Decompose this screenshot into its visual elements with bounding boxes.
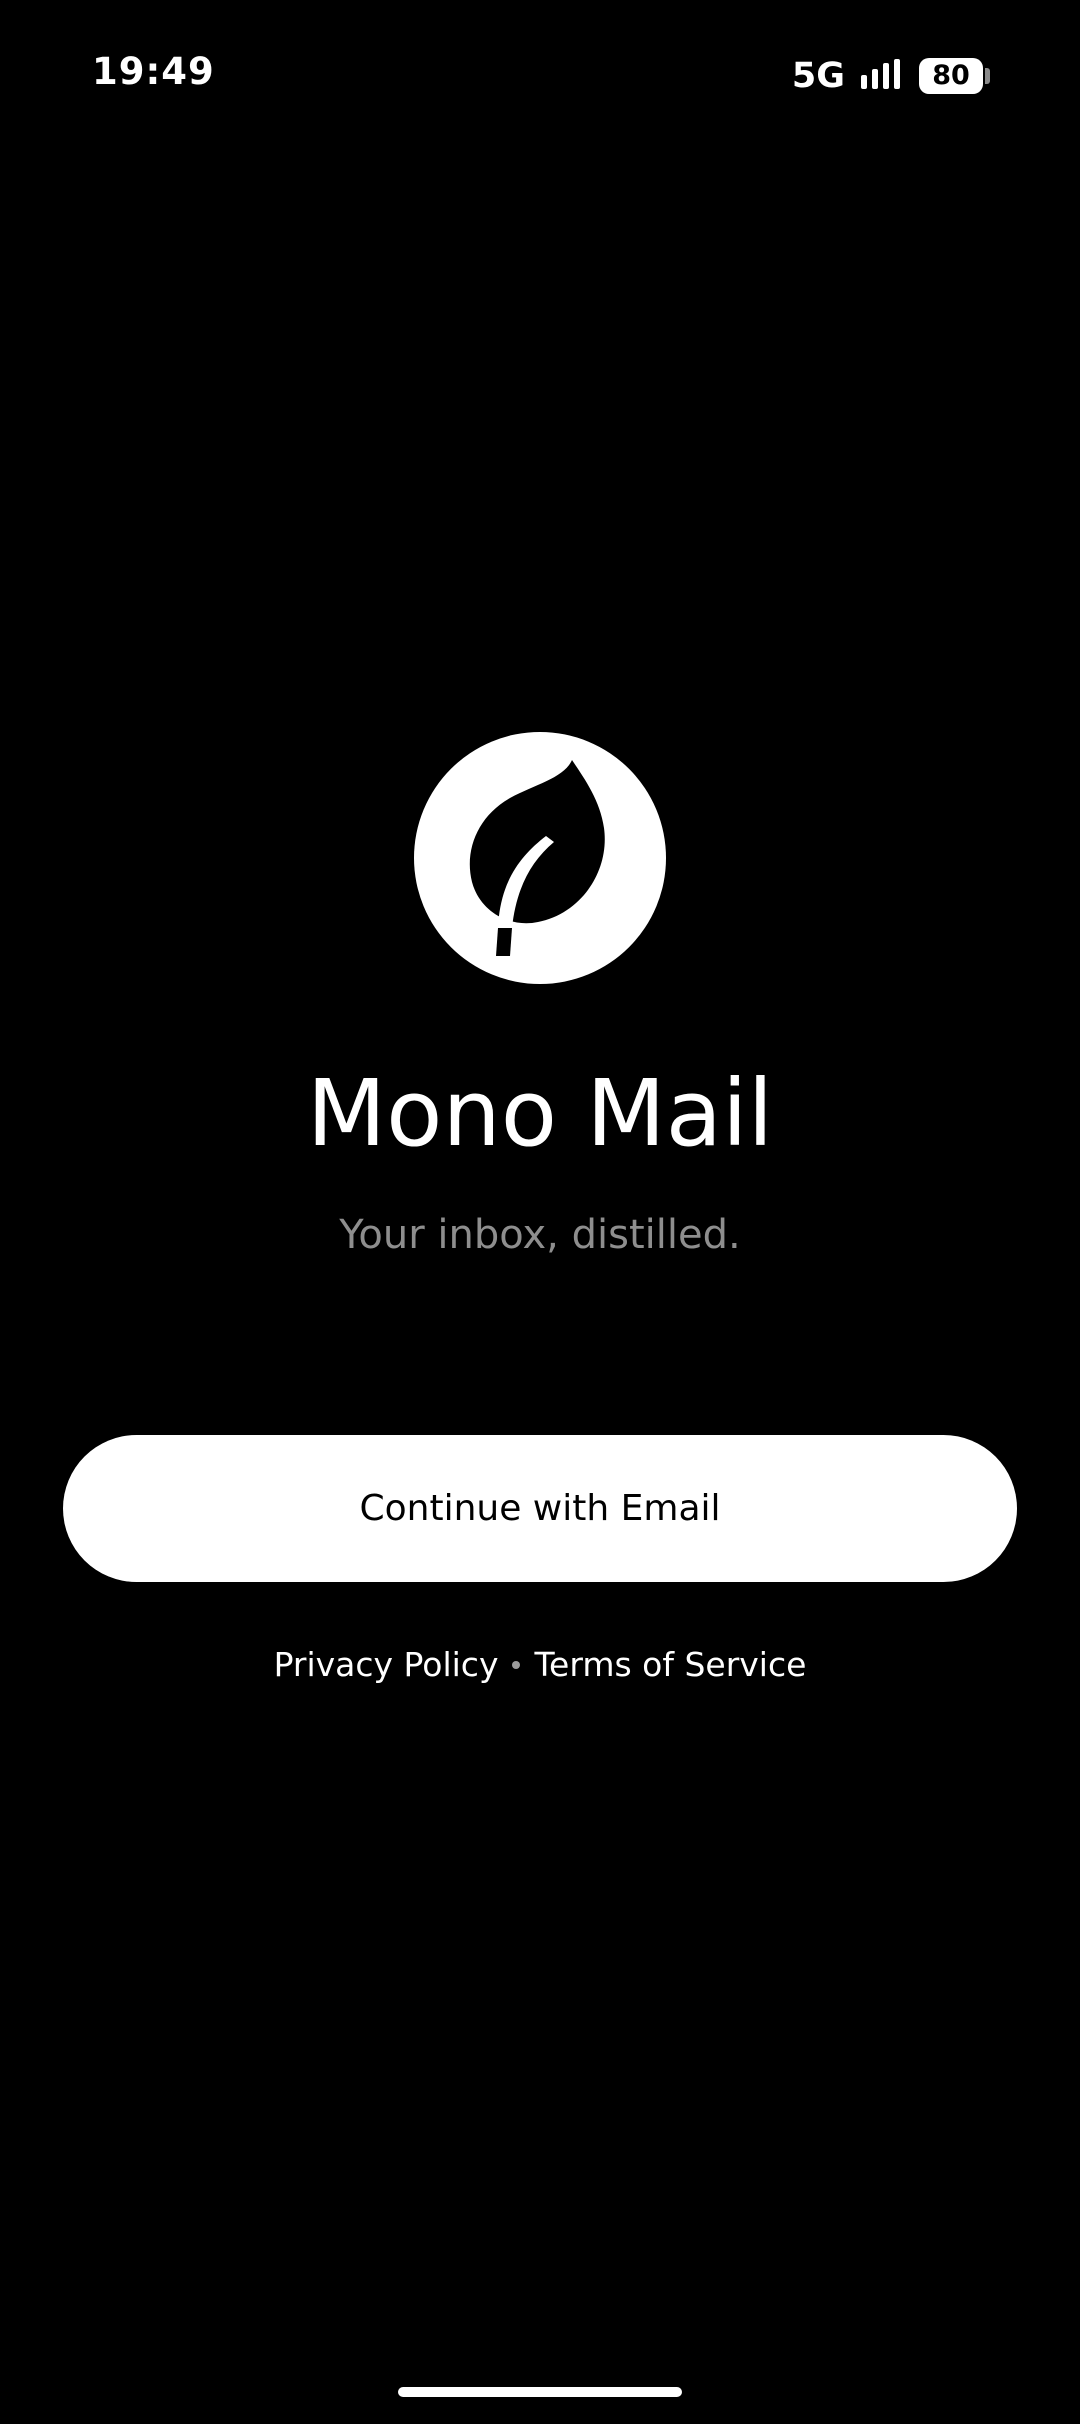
legal-links: Privacy Policy Terms of Service xyxy=(0,1645,1080,1684)
status-bar: 19:49 5G 80 xyxy=(0,0,1080,150)
continue-with-email-button[interactable]: Continue with Email xyxy=(63,1435,1017,1582)
app-tagline: Your inbox, distilled. xyxy=(339,1212,741,1258)
battery-level: 80 xyxy=(932,60,970,91)
network-type-label: 5G xyxy=(791,56,845,96)
privacy-policy-link[interactable]: Privacy Policy xyxy=(274,1645,499,1684)
home-indicator[interactable] xyxy=(398,2387,682,2397)
status-time: 19:49 xyxy=(92,50,215,93)
battery-tip xyxy=(985,68,990,84)
battery-icon: 80 xyxy=(919,58,990,94)
app-name: Mono Mail xyxy=(306,1060,774,1167)
status-indicators: 5G 80 xyxy=(792,56,990,96)
leaf-icon xyxy=(469,760,605,956)
app-logo xyxy=(414,732,666,984)
signal-bars-icon xyxy=(859,59,905,93)
terms-of-service-link[interactable]: Terms of Service xyxy=(534,1645,806,1684)
dot-separator xyxy=(512,1660,521,1669)
battery-body: 80 xyxy=(919,58,983,94)
